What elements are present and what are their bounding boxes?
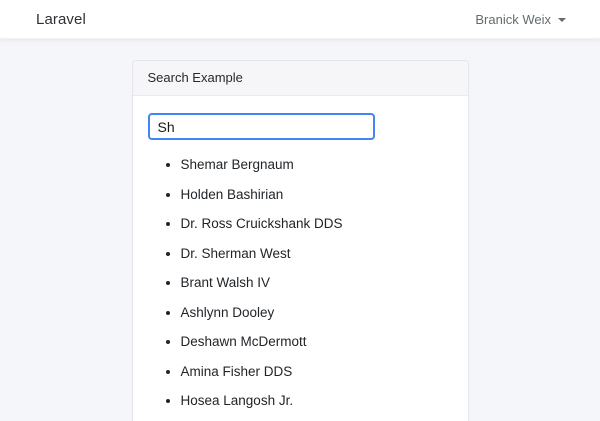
result-item: Holden Bashirian xyxy=(181,187,453,203)
search-card: Search Example Shemar Bergnaum Holden Bas… xyxy=(132,60,469,421)
navbar-brand[interactable]: Laravel xyxy=(36,11,86,28)
user-menu-dropdown[interactable]: Branick Weix xyxy=(475,12,566,27)
result-item: Shemar Bergnaum xyxy=(181,157,453,173)
result-item: Dr. Ross Cruickshank DDS xyxy=(181,216,453,232)
results-list: Shemar Bergnaum Holden Bashirian Dr. Ross … xyxy=(148,157,453,409)
caret-down-icon xyxy=(558,18,566,22)
result-item: Deshawn McDermott xyxy=(181,334,453,350)
card-header-title: Search Example xyxy=(133,61,468,96)
result-item: Brant Walsh IV xyxy=(181,275,453,291)
card-body: Shemar Bergnaum Holden Bashirian Dr. Ross … xyxy=(133,96,468,421)
result-item: Amina Fisher DDS xyxy=(181,364,453,380)
result-item: Dr. Sherman West xyxy=(181,246,453,262)
result-item: Hosea Langosh Jr. xyxy=(181,393,453,409)
navbar: Laravel Branick Weix xyxy=(0,0,600,39)
page-content: Search Example Shemar Bergnaum Holden Bas… xyxy=(0,39,600,421)
user-menu-label: Branick Weix xyxy=(475,12,551,27)
result-item: Ashlynn Dooley xyxy=(181,305,453,321)
search-input[interactable] xyxy=(148,113,375,140)
